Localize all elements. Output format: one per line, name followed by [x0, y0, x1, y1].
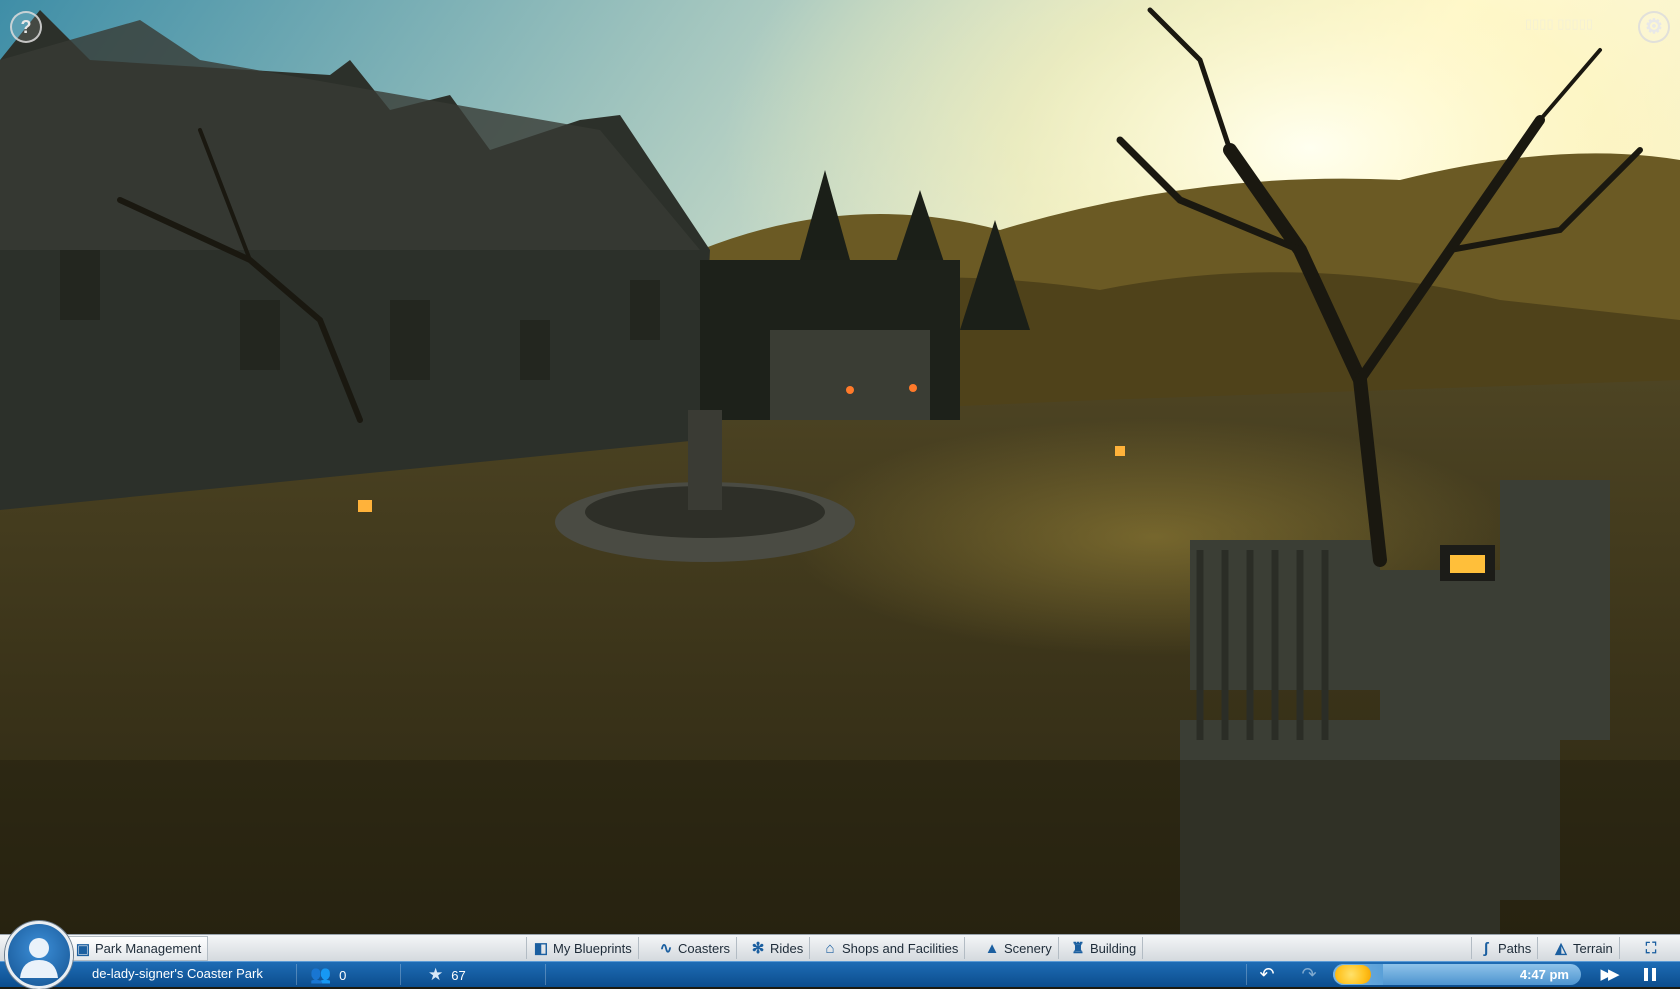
question-mark-icon: ?: [20, 17, 32, 37]
ferris-wheel-icon: ✻: [751, 940, 765, 957]
coasters-label: Coasters: [678, 940, 731, 956]
divider: [545, 964, 546, 985]
paths-label: Paths: [1498, 940, 1532, 956]
paths-button[interactable]: ʃ Paths: [1471, 937, 1539, 959]
help-button[interactable]: ?: [10, 11, 42, 43]
mountain-icon: ◭: [1555, 940, 1567, 957]
top-right-info: ▯▯▯▯ ▯▯▯▯▯: [1525, 16, 1593, 31]
undo-button[interactable]: ↶: [1254, 964, 1280, 985]
main-toolbar: ▣ Park Management ◧ My Blueprints ∿ Coas…: [0, 934, 1680, 961]
coaster-icon: ∿: [659, 940, 673, 957]
settings-button[interactable]: ⚙: [1638, 11, 1670, 43]
redo-button[interactable]: ↷: [1296, 964, 1322, 985]
scenery-button[interactable]: ▲ Scenery: [978, 937, 1059, 959]
pause-button[interactable]: [1637, 964, 1663, 985]
clipboard-icon: ▣: [75, 940, 91, 958]
guests-icon: 👥: [310, 965, 332, 984]
avatar-button[interactable]: [5, 921, 73, 989]
pause-icon: [1644, 968, 1648, 981]
divider: [296, 964, 297, 985]
avatar-icon: [20, 938, 58, 978]
shops-and-facilities-button[interactable]: ⌂ Shops and Facilities: [816, 937, 966, 959]
rides-label: Rides: [770, 940, 804, 956]
my-blueprints-button[interactable]: ◧ My Blueprints: [526, 937, 639, 959]
fullscreen-icon: ⛶: [1645, 939, 1657, 957]
guest-count[interactable]: 👥 0: [310, 965, 346, 985]
coasters-button[interactable]: ∿ Coasters: [652, 937, 738, 959]
park-rating-value: 67: [451, 967, 466, 983]
time-display: 4:47 pm: [1519, 967, 1569, 982]
redo-icon: ↷: [1301, 964, 1317, 984]
blueprint-icon: ◧: [533, 940, 549, 957]
pause-icon-bar: [1652, 968, 1656, 981]
path-icon: ʃ: [1483, 939, 1489, 957]
terrain-label: Terrain: [1573, 940, 1613, 956]
undo-icon: ↶: [1259, 964, 1275, 984]
divider: [1246, 964, 1247, 985]
my-blueprints-label: My Blueprints: [553, 940, 632, 956]
guest-count-value: 0: [339, 967, 347, 983]
shop-icon: ⌂: [825, 939, 835, 957]
scenery-label: Scenery: [1004, 940, 1052, 956]
fast-forward-icon: ▶▶: [1600, 966, 1619, 983]
shops-label: Shops and Facilities: [842, 940, 959, 956]
divider: [400, 964, 401, 985]
park-management-button[interactable]: ▣ Park Management: [68, 936, 209, 961]
park-name[interactable]: de-lady-signer's Coaster Park: [92, 966, 263, 981]
star-icon: ★: [428, 965, 444, 984]
park-rating[interactable]: ★ 67: [428, 965, 466, 985]
time-of-day-bar: 4:47 pm: [1333, 964, 1581, 985]
rides-button[interactable]: ✻ Rides: [744, 937, 811, 959]
tower-icon: ♜: [1071, 940, 1085, 957]
fast-forward-button[interactable]: ▶▶: [1595, 964, 1621, 985]
sun-icon: [1335, 965, 1371, 984]
fullscreen-button[interactable]: ⛶: [1634, 937, 1668, 959]
status-bar: de-lady-signer's Coaster Park 👥 0 ★ 67 ↶…: [0, 961, 1680, 987]
gear-icon: ⚙: [1645, 16, 1663, 38]
terrain-button[interactable]: ◭ Terrain: [1547, 937, 1620, 959]
game-viewport[interactable]: [0, 0, 1680, 986]
park-management-label: Park Management: [95, 941, 202, 956]
building-label: Building: [1090, 940, 1137, 956]
tree-icon: ▲: [984, 939, 1000, 957]
building-button[interactable]: ♜ Building: [1064, 937, 1144, 959]
